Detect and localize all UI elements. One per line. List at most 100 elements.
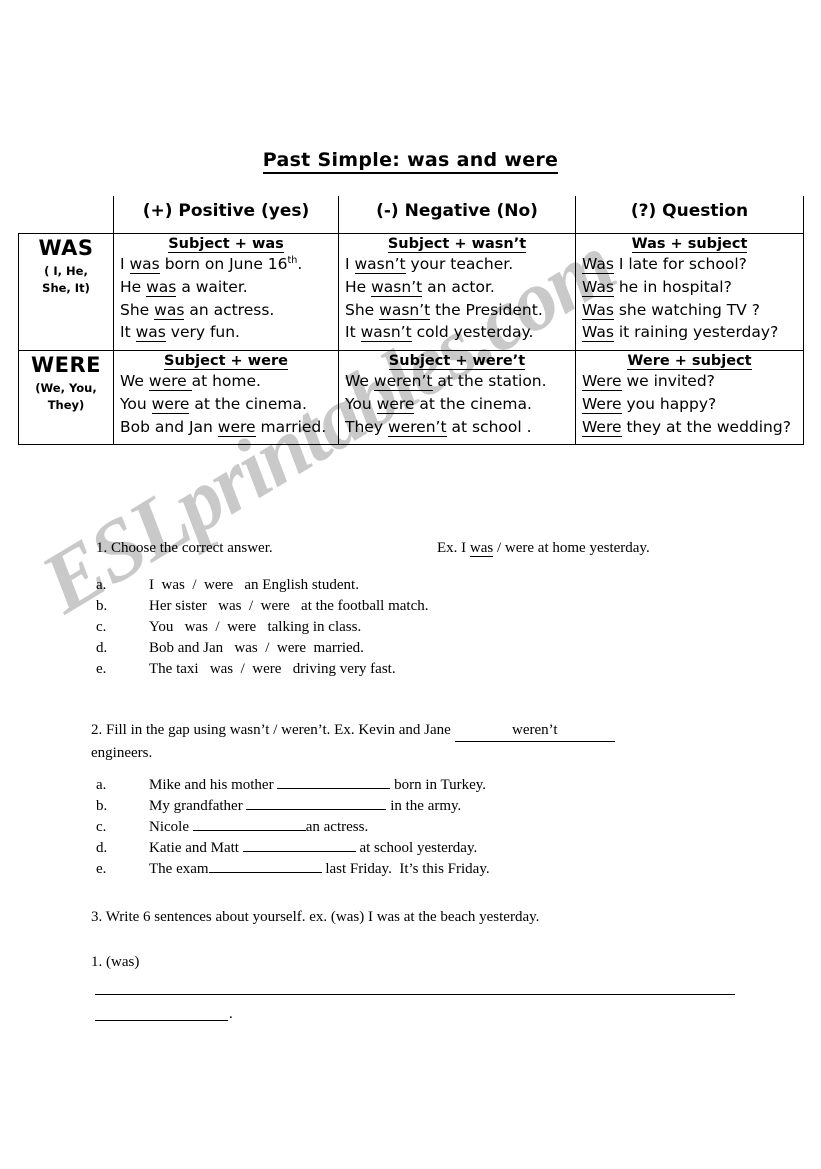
formula-were-positive: Subject + were bbox=[164, 353, 288, 371]
item-text-after: an actress. bbox=[305, 819, 369, 835]
page-title: Past Simple: was and were bbox=[0, 149, 821, 174]
item-text: The exam bbox=[149, 861, 209, 877]
list-item[interactable]: d. Bob and Jan was / were married. bbox=[96, 638, 429, 659]
formula-was-negative: Subject + wasn’t bbox=[387, 236, 527, 253]
fill-in-blank[interactable] bbox=[208, 872, 322, 873]
item-text: You was / were talking in class. bbox=[149, 619, 362, 635]
example-verb: was bbox=[129, 255, 160, 274]
item-letter: c. bbox=[96, 619, 107, 635]
item-text-after: born in Turkey. bbox=[390, 777, 487, 793]
example-verb: Was bbox=[582, 300, 614, 320]
exercise2-instruction-cont: engineers. bbox=[91, 745, 153, 761]
table-header-row: (+) Positive (yes) (-) Negative (No) (?)… bbox=[19, 196, 804, 234]
formula-were-negative: Subject + were’t bbox=[388, 353, 526, 371]
example-verb: were bbox=[217, 417, 256, 437]
list-item[interactable]: b. My grandfather in the army. bbox=[96, 796, 490, 817]
fill-in-blank[interactable] bbox=[246, 809, 387, 810]
page-title-text: Past Simple: was and were bbox=[262, 149, 559, 174]
list-item[interactable]: e. The exam last Friday. It’s this Friday… bbox=[96, 859, 490, 880]
item-letter: e. bbox=[96, 861, 107, 877]
cell-was-question: Was + subject Was I late for school? Was … bbox=[575, 232, 804, 352]
cell-was-positive: Subject + was I was born on June 16th. He… bbox=[113, 232, 339, 352]
row-label-was-main: WAS bbox=[38, 236, 94, 260]
exercise3-item-1: 1. (was) bbox=[91, 954, 140, 970]
item-text: Her sister was / were at the football ma… bbox=[149, 598, 429, 614]
example-verb: Was bbox=[582, 323, 614, 343]
ordinal-suffix: th bbox=[287, 254, 298, 266]
example-verb: were bbox=[376, 394, 415, 414]
exercise1-items: a. I was / were an English student. b. Her … bbox=[96, 575, 429, 680]
list-item[interactable]: a. I was / were an English student. bbox=[96, 575, 429, 596]
answer-line-period: . bbox=[229, 1006, 233, 1022]
list-item[interactable]: b. Her sister was / were at the football … bbox=[96, 596, 429, 617]
example-sentence: Were they at the wedding? bbox=[582, 417, 791, 437]
list-item[interactable]: c. Nicole an actress. bbox=[96, 817, 490, 838]
example-sentence: It wasn’t cold yesterday. bbox=[345, 323, 534, 343]
exercise1-example: Ex. I was / were at home yesterday. bbox=[437, 540, 650, 557]
example-verb: wasn’t bbox=[354, 255, 406, 274]
example-sentence: They weren’t at school . bbox=[345, 417, 532, 437]
table-row-was: WAS ( I, He, She, It) Subject + was I was… bbox=[18, 232, 804, 352]
table-row-were: WERE (We, You, They) Subject + were We we… bbox=[18, 350, 804, 446]
exercise1-instruction: 1. Choose the correct answer. bbox=[96, 540, 273, 556]
example-verb: weren’t bbox=[373, 372, 433, 392]
example-sentence: She wasn’t the President. bbox=[345, 300, 543, 320]
example-sentence: You were at the cinema. bbox=[120, 394, 307, 414]
example-sentence: He wasn’t an actor. bbox=[345, 277, 495, 297]
cell-were-negative: Subject + were’t We weren’t at the stati… bbox=[338, 350, 576, 446]
exercise2-example-answer: weren’t bbox=[454, 719, 615, 742]
example-verb: were bbox=[148, 372, 192, 392]
row-label-was-sub: ( I, He, She, It) bbox=[42, 264, 90, 295]
item-letter: d. bbox=[96, 840, 108, 856]
table-header-negative: (-) Negative (No) bbox=[338, 196, 576, 234]
example-sentence: You were at the cinema. bbox=[345, 394, 532, 414]
example-sentence: Were you happy? bbox=[582, 394, 717, 414]
example-sentence: Was he in hospital? bbox=[582, 277, 732, 297]
item-text: My grandfather bbox=[149, 798, 247, 814]
example-sentence: It was very fun. bbox=[120, 323, 240, 343]
example-sentence: He was a waiter. bbox=[120, 277, 248, 297]
answer-line-long[interactable] bbox=[95, 994, 735, 995]
exercise1-example-answer: was bbox=[469, 540, 494, 557]
examples-was-question: Was I late for school? Was he in hospital… bbox=[582, 253, 797, 344]
row-label-were: WERE (We, You, They) bbox=[18, 350, 114, 446]
fill-in-blank[interactable] bbox=[277, 788, 391, 789]
example-verb: Was bbox=[582, 255, 614, 274]
grammar-table: (+) Positive (yes) (-) Negative (No) (?)… bbox=[18, 196, 804, 446]
answer-line-short[interactable] bbox=[95, 1020, 228, 1021]
table-header-question: (?) Question bbox=[575, 196, 804, 234]
examples-was-negative: I wasn’t your teacher. He wasn’t an actor… bbox=[345, 253, 569, 344]
example-sentence: Were we invited? bbox=[582, 372, 715, 392]
exercise2-instruction-text: 2. Fill in the gap using wasn’t / weren’… bbox=[91, 722, 451, 738]
list-item[interactable]: c. You was / were talking in class. bbox=[96, 617, 429, 638]
example-sentence: Bob and Jan were married. bbox=[120, 417, 327, 437]
item-text-after: last Friday. It’s this Friday. bbox=[321, 861, 490, 877]
table-header-blank bbox=[19, 196, 114, 234]
list-item[interactable]: a. Mike and his mother born in Turkey. bbox=[96, 775, 490, 796]
example-verb: wasn’t bbox=[371, 277, 423, 297]
formula-were-question: Were + subject bbox=[627, 353, 752, 371]
item-letter: d. bbox=[96, 640, 108, 656]
example-sentence: Was I late for school? bbox=[582, 255, 747, 274]
list-item[interactable]: e. The taxi was / were driving very fast. bbox=[96, 659, 429, 680]
fill-in-blank[interactable] bbox=[242, 851, 356, 852]
formula-was-positive: Subject + was bbox=[168, 236, 284, 253]
cell-were-question: Were + subject Were we invited? Were you … bbox=[575, 350, 804, 446]
item-text: Bob and Jan was / were married. bbox=[149, 640, 364, 656]
examples-was-positive: I was born on June 16th. He was a waiter.… bbox=[120, 253, 332, 344]
example-verb: was bbox=[135, 323, 166, 343]
example-verb: was bbox=[146, 277, 177, 297]
list-item[interactable]: d. Katie and Matt at school yesterday. bbox=[96, 838, 490, 859]
row-label-was: WAS ( I, He, She, It) bbox=[18, 232, 114, 352]
item-text: The taxi was / were driving very fast. bbox=[149, 661, 396, 677]
examples-were-question: Were we invited? Were you happy? Were they… bbox=[582, 370, 797, 438]
examples-were-positive: We were at home. You were at the cinema. B… bbox=[120, 370, 332, 438]
fill-in-blank[interactable] bbox=[192, 830, 306, 831]
example-sentence: We were at home. bbox=[120, 372, 261, 392]
table-header-positive: (+) Positive (yes) bbox=[113, 196, 339, 234]
item-text-after: at school yesterday. bbox=[355, 840, 478, 856]
example-verb: Were bbox=[582, 394, 622, 414]
example-verb: weren’t bbox=[387, 417, 447, 437]
formula-was-question: Was + subject bbox=[631, 236, 748, 253]
example-verb: wasn’t bbox=[360, 323, 412, 343]
